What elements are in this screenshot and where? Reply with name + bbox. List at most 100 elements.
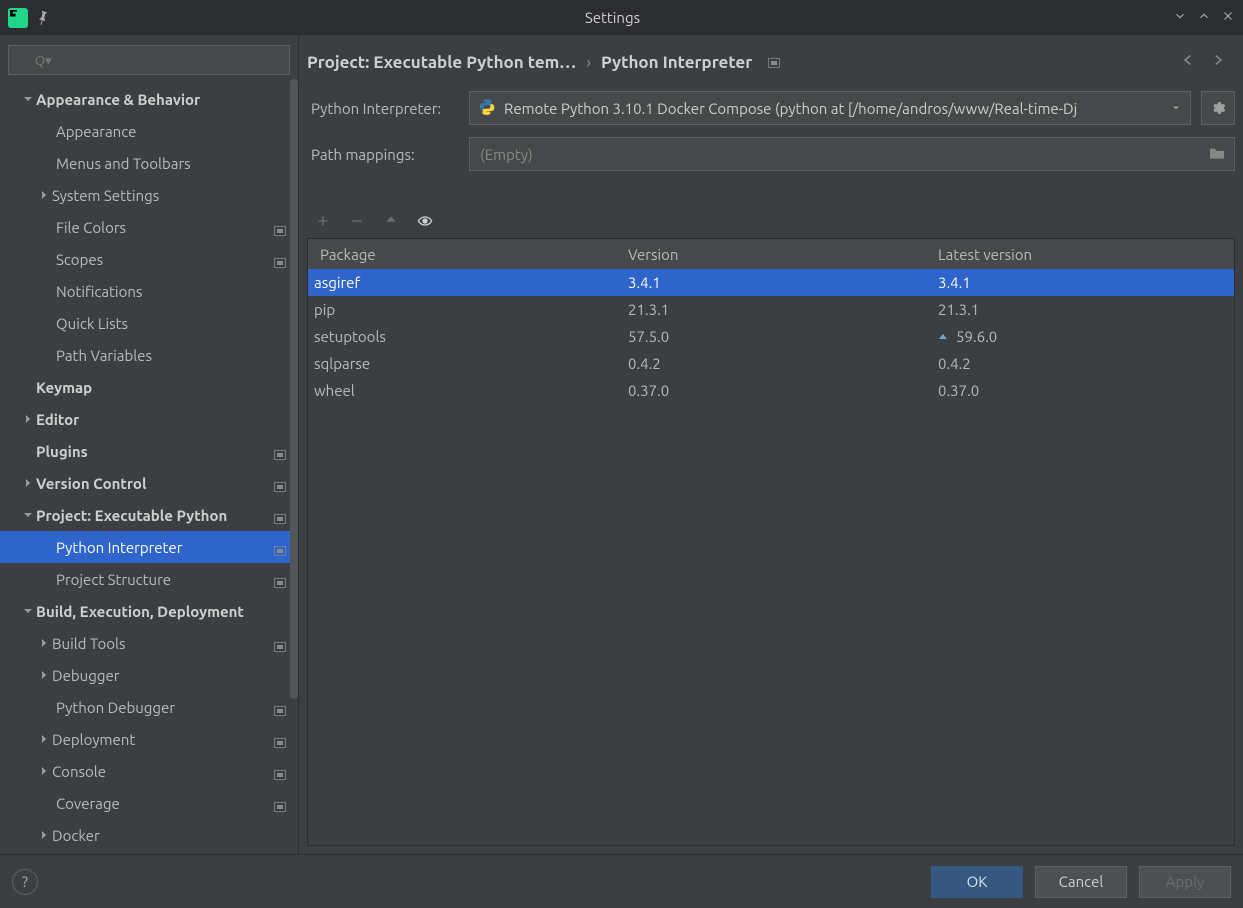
marker-icon	[768, 53, 780, 72]
project-marker-icon	[274, 798, 288, 808]
tree-node-system-settings[interactable]: System Settings	[0, 179, 298, 211]
package-row[interactable]: wheel0.37.00.37.0	[308, 377, 1234, 404]
settings-sidebar: Appearance & Behavior Appearance Menus and…	[0, 35, 299, 854]
help-button[interactable]: ?	[12, 869, 38, 895]
package-name: asgiref	[308, 274, 618, 291]
package-row[interactable]: asgiref3.4.13.4.1	[308, 269, 1234, 296]
tree-node-deployment[interactable]: Deployment	[0, 723, 298, 755]
chevron-right-icon	[36, 734, 52, 744]
apply-button[interactable]: Apply	[1139, 866, 1231, 898]
tree-node-console[interactable]: Console	[0, 755, 298, 787]
nav-back-icon[interactable]	[1179, 51, 1197, 73]
tree-node-path-variables[interactable]: Path Variables	[0, 339, 298, 371]
add-package-icon[interactable]	[315, 213, 331, 232]
tree-node-editor[interactable]: Editor	[0, 403, 298, 435]
close-icon[interactable]	[1221, 9, 1235, 26]
tree-node-appearance-behavior[interactable]: Appearance & Behavior	[0, 83, 298, 115]
package-version: 0.37.0	[618, 382, 928, 399]
window-title: Settings	[52, 9, 1173, 26]
path-mappings-value: (Empty)	[480, 146, 533, 163]
project-marker-icon	[274, 446, 288, 456]
tree-node-project-structure[interactable]: Project Structure	[0, 563, 298, 595]
tree-node-quick-lists[interactable]: Quick Lists	[0, 307, 298, 339]
sidebar-scrollbar[interactable]	[290, 79, 298, 854]
project-marker-icon	[274, 478, 288, 488]
package-version: 3.4.1	[618, 274, 928, 291]
package-latest: 3.4.1	[928, 274, 1234, 291]
package-row[interactable]: sqlparse0.4.20.4.2	[308, 350, 1234, 377]
tree-node-label: Menus and Toolbars	[56, 155, 288, 172]
show-early-releases-icon[interactable]	[417, 213, 433, 232]
tree-node-build-execution-deployment[interactable]: Build, Execution, Deployment	[0, 595, 298, 627]
upgrade-package-icon[interactable]	[383, 213, 399, 232]
project-marker-icon	[274, 542, 288, 552]
search-input[interactable]	[8, 45, 290, 75]
breadcrumb-project[interactable]: Project: Executable Python tem…	[307, 53, 576, 72]
settings-content: Project: Executable Python tem… › Python…	[299, 35, 1243, 854]
tree-node-label: Debugger	[52, 667, 288, 684]
tree-node-label: Appearance	[56, 123, 288, 140]
interpreter-settings-button[interactable]	[1201, 91, 1235, 125]
tree-node-python-interpreter[interactable]: Python Interpreter	[0, 531, 298, 563]
tree-node-version-control[interactable]: Version Control	[0, 467, 298, 499]
project-marker-icon	[274, 254, 288, 264]
package-version: 21.3.1	[618, 301, 928, 318]
tree-node-label: Editor	[36, 411, 288, 428]
tree-node-file-colors[interactable]: File Colors	[0, 211, 298, 243]
col-header-version[interactable]: Version	[618, 246, 928, 263]
project-marker-icon	[274, 222, 288, 232]
col-header-package[interactable]: Package	[308, 246, 618, 263]
title-bar: Settings	[0, 0, 1243, 35]
update-available-icon	[938, 328, 948, 345]
package-latest: 21.3.1	[928, 301, 1234, 318]
collapse-icon[interactable]	[1173, 9, 1187, 26]
project-marker-icon	[274, 734, 288, 744]
package-row[interactable]: pip21.3.121.3.1	[308, 296, 1234, 323]
package-version: 0.4.2	[618, 355, 928, 372]
tree-node-notifications[interactable]: Notifications	[0, 275, 298, 307]
package-latest: 0.4.2	[928, 355, 1234, 372]
project-marker-icon	[274, 766, 288, 776]
ok-button[interactable]: OK	[931, 866, 1023, 898]
tree-node-label: Quick Lists	[56, 315, 288, 332]
tree-node-plugins[interactable]: Plugins	[0, 435, 298, 467]
settings-tree[interactable]: Appearance & Behavior Appearance Menus and…	[0, 83, 298, 854]
tree-node-label: File Colors	[56, 219, 274, 236]
tree-node-label: Build, Execution, Deployment	[36, 603, 288, 620]
folder-icon[interactable]	[1208, 146, 1226, 163]
tree-node-python-debugger[interactable]: Python Debugger	[0, 691, 298, 723]
package-name: pip	[308, 301, 618, 318]
tree-node-build-tools[interactable]: Build Tools	[0, 627, 298, 659]
tree-node-label: Keymap	[36, 379, 288, 396]
tree-node-label: Coverage	[56, 795, 274, 812]
tree-node-scopes[interactable]: Scopes	[0, 243, 298, 275]
expand-icon[interactable]	[1197, 9, 1211, 26]
tree-node-label: Deployment	[52, 731, 274, 748]
package-table: Package Version Latest version asgiref3.…	[307, 238, 1235, 846]
package-table-body: asgiref3.4.13.4.1pip21.3.121.3.1setuptoo…	[308, 269, 1234, 404]
paths-label: Path mappings:	[311, 146, 459, 163]
chevron-down-icon	[1170, 100, 1182, 117]
interpreter-dropdown[interactable]: Remote Python 3.10.1 Docker Compose (pyt…	[469, 91, 1191, 125]
tree-node-docker[interactable]: Docker	[0, 819, 298, 851]
tree-node-menus-and-toolbars[interactable]: Menus and Toolbars	[0, 147, 298, 179]
col-header-latest[interactable]: Latest version	[928, 246, 1234, 263]
tree-node-coverage[interactable]: Coverage	[0, 787, 298, 819]
package-name: wheel	[308, 382, 618, 399]
package-toolbar	[299, 203, 1243, 238]
tree-node-label: Python Interpreter	[56, 539, 274, 556]
chevron-right-icon	[20, 414, 36, 424]
path-mappings-input[interactable]: (Empty)	[469, 137, 1235, 171]
package-row[interactable]: setuptools57.5.059.6.0	[308, 323, 1234, 350]
package-table-header: Package Version Latest version	[308, 239, 1234, 269]
remove-package-icon[interactable]	[349, 213, 365, 232]
tree-node-project-executable-python[interactable]: Project: Executable Python	[0, 499, 298, 531]
project-marker-icon	[274, 702, 288, 712]
tree-node-keymap[interactable]: Keymap	[0, 371, 298, 403]
chevron-down-icon	[20, 606, 36, 616]
tree-node-appearance[interactable]: Appearance	[0, 115, 298, 147]
chevron-right-icon	[20, 478, 36, 488]
tree-node-label: Scopes	[56, 251, 274, 268]
cancel-button[interactable]: Cancel	[1035, 866, 1127, 898]
tree-node-debugger[interactable]: Debugger	[0, 659, 298, 691]
